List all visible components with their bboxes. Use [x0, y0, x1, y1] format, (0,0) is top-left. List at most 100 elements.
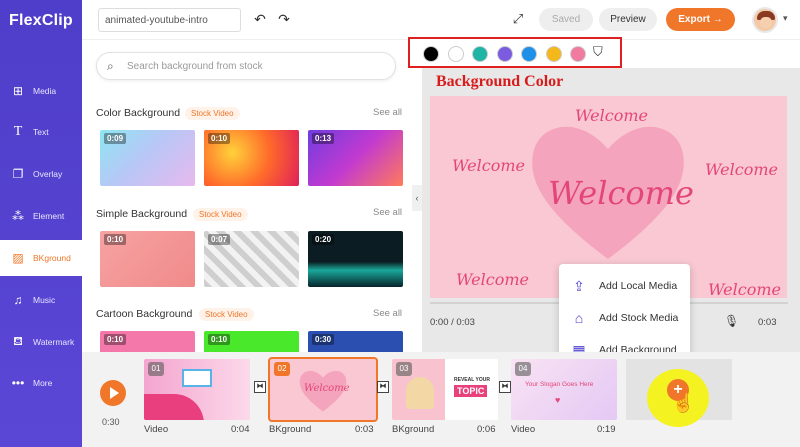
clip-welcome-text: Welcome	[304, 383, 350, 394]
preview-button[interactable]: Preview	[599, 8, 657, 31]
chevron-down-icon[interactable]: ▾	[783, 13, 788, 24]
duration-label: 0:10	[208, 133, 231, 144]
sidebar-item-label: More	[33, 378, 53, 388]
text-icon: T	[13, 124, 23, 139]
hand-cursor-icon: ☝	[672, 393, 695, 413]
menu-item-add-local-media[interactable]: ⇪ Add Local Media	[559, 270, 690, 302]
search-icon: ⌕	[107, 59, 114, 73]
swatch-black[interactable]	[423, 46, 439, 62]
add-media-menu: ⇪ Add Local Media ⌂ Add Stock Media ▦ Ad…	[559, 264, 690, 366]
welcome-title[interactable]: Welcome	[548, 174, 694, 212]
duration-label: 0:13	[312, 133, 335, 144]
clip-number: 04	[515, 362, 531, 376]
sidebar-item-music[interactable]: ♫ Music	[0, 282, 82, 318]
sidebar-item-media[interactable]: ⊞ Media	[0, 73, 82, 109]
see-all-link[interactable]: See all	[373, 207, 402, 218]
clip-type: BKground	[392, 424, 435, 435]
element-icon: ⁂	[12, 209, 24, 223]
stock-video-badge: Stock Video	[199, 308, 254, 321]
swatch-white[interactable]	[448, 46, 464, 62]
section-title: Cartoon Background	[96, 308, 193, 320]
duration-label: 0:07	[208, 234, 231, 245]
background-thumbnail[interactable]: 0:10	[100, 331, 195, 352]
clip-duration: 0:04	[231, 424, 250, 435]
swatch-purple[interactable]	[497, 46, 513, 62]
swatch-teal[interactable]	[472, 46, 488, 62]
swatch-pink[interactable]	[570, 46, 586, 62]
timeline-clip[interactable]: 03 REVEAL YOUR TOPIC	[392, 359, 498, 420]
export-button[interactable]: Export →	[666, 8, 735, 31]
clip-duration: 0:03	[355, 424, 374, 435]
clip-slogan-text: Your Slogan Goes Here	[525, 381, 594, 388]
music-icon: ♫	[13, 293, 23, 307]
clip-duration: 0:19	[597, 424, 616, 435]
play-button[interactable]	[100, 380, 126, 406]
clip-duration: 0:06	[477, 424, 496, 435]
background-thumbnail[interactable]: 0:20	[308, 231, 403, 287]
flexclip-logo[interactable]: FlexClip	[9, 12, 73, 30]
stock-video-badge: Stock Video	[185, 107, 240, 120]
sidebar-item-element[interactable]: ⁂ Element	[0, 198, 82, 234]
section-title: Color Background	[96, 107, 181, 119]
clip-type: Video	[144, 424, 169, 435]
see-all-link[interactable]: See all	[373, 107, 402, 118]
search-input[interactable]: ⌕ Search background from stock	[96, 52, 396, 80]
background-icon: ▨	[12, 251, 24, 265]
transition-icon[interactable]: ⧓	[377, 381, 389, 393]
clip-type: BKground	[269, 424, 312, 435]
search-placeholder: Search background from stock	[127, 61, 263, 72]
see-all-link[interactable]: See all	[373, 308, 402, 319]
swatch-blue[interactable]	[521, 46, 537, 62]
timeline-clip[interactable]: 04 Your Slogan Goes Here ♥	[511, 359, 617, 420]
duration-label: 0:10	[104, 234, 127, 245]
background-thumbnail[interactable]: 0:09	[100, 130, 195, 186]
welcome-small-text: Welcome	[708, 280, 781, 299]
background-thumbnail[interactable]: 0:30	[308, 331, 403, 352]
avatar[interactable]	[752, 7, 778, 33]
swatch-yellow[interactable]	[546, 46, 562, 62]
sidebar-item-text[interactable]: T Text	[0, 114, 82, 150]
duration-label: 0:10	[104, 334, 127, 345]
undo-icon[interactable]: ↶	[252, 11, 268, 27]
end-time: 0:03	[758, 317, 777, 328]
paint-bucket-icon[interactable]: ⛉	[593, 44, 603, 60]
duration-label: 0:09	[104, 133, 127, 144]
upload-icon: ⇪	[573, 278, 585, 294]
section-title: Simple Background	[96, 208, 188, 220]
duration-label: 0:20	[312, 234, 335, 245]
redo-icon[interactable]: ↷	[276, 11, 292, 27]
background-thumbnail[interactable]: 0:10	[100, 231, 195, 287]
fullscreen-icon[interactable]: ⤢	[510, 11, 526, 27]
menu-item-label: Add Local Media	[599, 280, 678, 292]
sidebar-item-label: Media	[33, 86, 57, 96]
saved-button[interactable]: Saved	[539, 8, 593, 31]
background-thumbnail[interactable]: 0:10	[204, 130, 299, 186]
timeline-clip[interactable]: 01	[144, 359, 250, 420]
annotation-label: Background Color	[436, 73, 564, 90]
current-time: 0:00 / 0:03	[430, 317, 475, 328]
transition-icon[interactable]: ⧓	[254, 381, 266, 393]
background-thumbnail[interactable]: 0:10	[204, 331, 299, 352]
collapse-panel-icon[interactable]: ‹	[412, 185, 422, 211]
stock-video-badge: Stock Video	[193, 208, 248, 221]
sidebar-item-label: Text	[33, 127, 49, 137]
background-thumbnail[interactable]: 0:13	[308, 130, 403, 186]
clip-topic-main: TOPIC	[454, 385, 488, 397]
sidebar-item-more[interactable]: ••• More	[0, 365, 82, 401]
sidebar-item-label: BKground	[33, 253, 71, 263]
color-swatch-group: ⛉	[408, 37, 622, 68]
sidebar: FlexClip ⊞ Media T Text ❐ Overlay ⁂ Elem…	[0, 0, 82, 447]
clip-type: Video	[511, 424, 536, 435]
transition-icon[interactable]: ⧓	[499, 381, 511, 393]
sidebar-item-label: Music	[33, 295, 56, 305]
timeline-clip[interactable]: 02 Welcome	[268, 357, 378, 422]
sidebar-item-watermark[interactable]: ⛾ Watermark	[0, 324, 82, 360]
sidebar-item-overlay[interactable]: ❐ Overlay	[0, 156, 82, 192]
background-thumbnail[interactable]: 0:07	[204, 231, 299, 287]
menu-item-add-stock-media[interactable]: ⌂ Add Stock Media	[559, 302, 690, 334]
project-name-input[interactable]	[98, 8, 241, 32]
duration-label: 0:30	[312, 334, 335, 345]
sidebar-item-bkground[interactable]: ▨ BKground	[0, 240, 82, 276]
background-panel: ⌕ Search background from stock Color Bac…	[82, 40, 412, 352]
microphone-icon[interactable]: 🎙	[724, 314, 739, 328]
